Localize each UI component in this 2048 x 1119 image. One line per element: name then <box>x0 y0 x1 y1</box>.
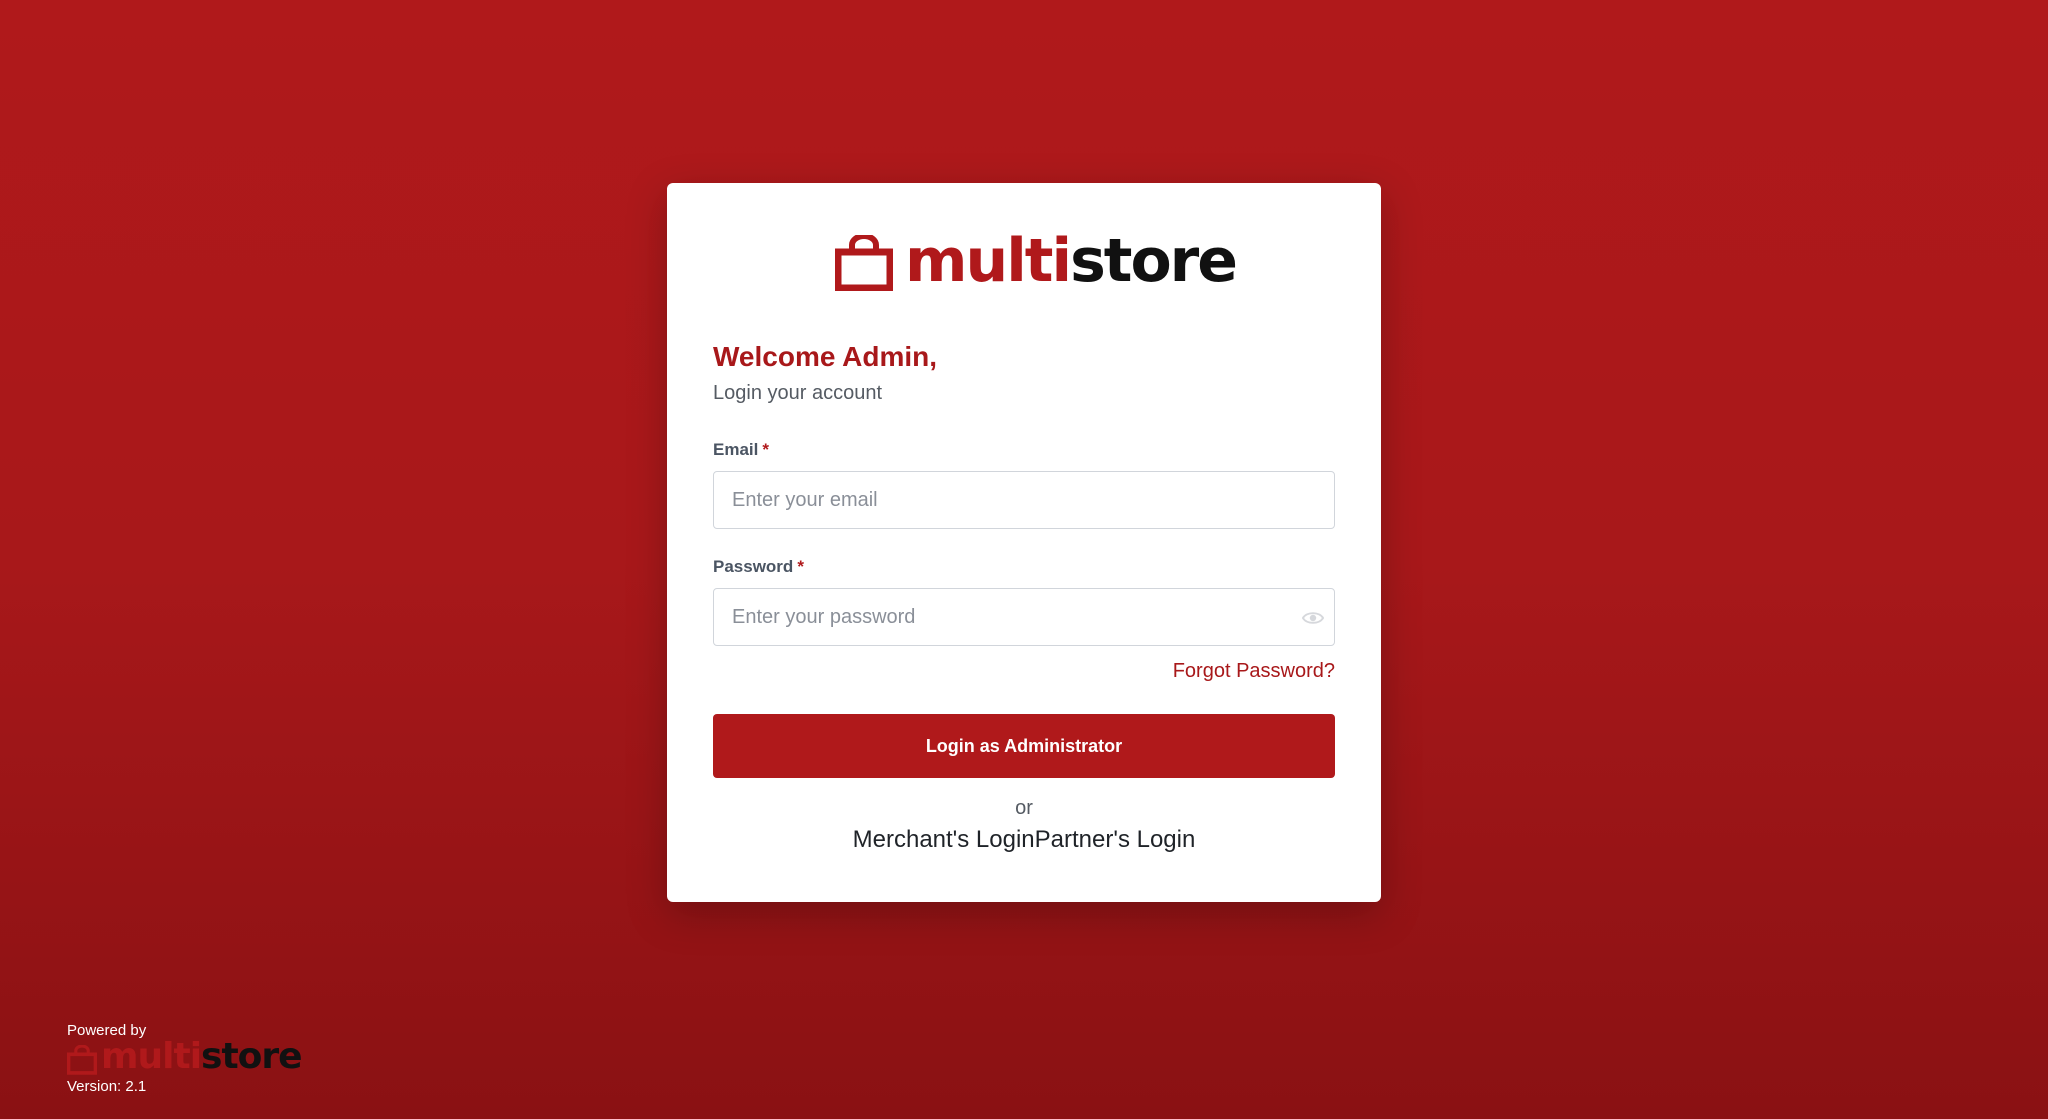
merchant-login-link[interactable]: Merchant's Login <box>853 826 1035 853</box>
password-label: Password * <box>713 557 804 577</box>
password-label-text: Password <box>713 557 794 576</box>
or-divider: or <box>1015 797 1033 819</box>
eye-icon[interactable] <box>1302 608 1324 628</box>
email-field-wrapper <box>713 471 1335 529</box>
email-label-text: Email <box>713 440 759 459</box>
footer-brand-wordmark: multistore <box>101 1036 303 1077</box>
login-button[interactable]: Login as Administrator <box>713 714 1335 778</box>
welcome-heading: Welcome Admin, <box>713 341 938 372</box>
required-mark: * <box>762 440 769 459</box>
partner-login-link[interactable]: Partner's Login <box>1035 826 1196 853</box>
alternate-logins: Merchant's LoginPartner's Login <box>667 826 1381 854</box>
version-text: Version: 2.1 <box>67 1078 147 1095</box>
password-field[interactable] <box>714 589 1334 645</box>
shopping-bag-icon <box>67 1045 97 1075</box>
required-mark: * <box>797 557 804 576</box>
email-label: Email * <box>713 440 769 460</box>
password-field-wrapper <box>713 588 1335 646</box>
brand-logo: multistore <box>835 226 1238 296</box>
brand-wordmark: multistore <box>905 226 1238 296</box>
login-card: multistore Welcome Admin, Login your acc… <box>667 183 1381 902</box>
email-field[interactable] <box>714 472 1334 528</box>
footer-brand-logo: multistore <box>67 1036 303 1077</box>
shopping-bag-icon <box>835 235 893 291</box>
login-subtitle: Login your account <box>713 382 883 404</box>
forgot-password-link[interactable]: Forgot Password? <box>1173 660 1335 683</box>
footer: Powered by multistore Version: 2.1 <box>67 1022 303 1095</box>
